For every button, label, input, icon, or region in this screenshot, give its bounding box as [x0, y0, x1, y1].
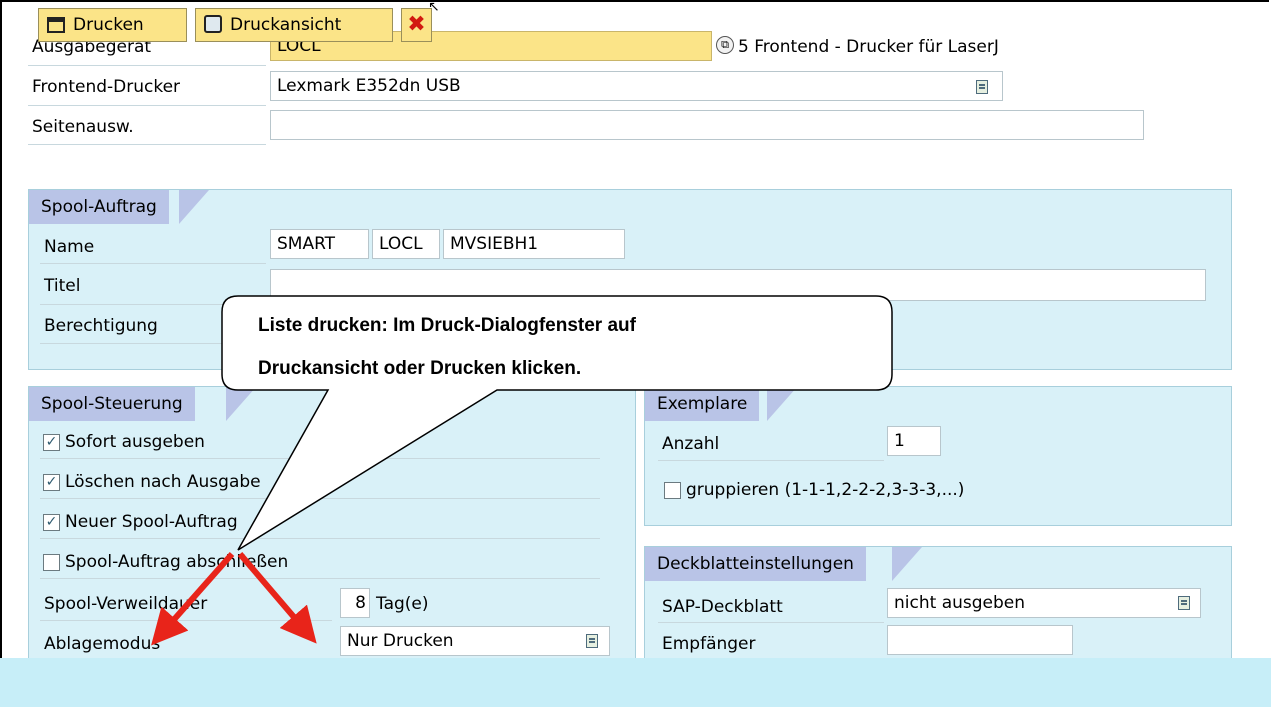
cancel-icon: ✖	[407, 12, 426, 37]
drucken-label: Drucken	[73, 15, 144, 35]
callout-text-line1: Liste drucken: Im Druck-Dialogfenster au…	[258, 315, 636, 336]
cancel-button[interactable]: ✖	[401, 8, 432, 42]
arrow-to-drucken	[151, 552, 235, 646]
print-preview-icon	[204, 15, 222, 33]
annotation-overlay	[151, 295, 893, 646]
callout-text-line2: Druckansicht oder Drucken klicken.	[258, 358, 582, 379]
druckansicht-label: Druckansicht	[230, 15, 342, 35]
arrow-to-druckansicht	[237, 552, 317, 644]
printer-icon	[47, 17, 65, 33]
bottom-toolbar	[0, 658, 1271, 707]
druckansicht-button[interactable]: Druckansicht	[195, 8, 393, 42]
drucken-button[interactable]: Drucken	[38, 8, 187, 42]
